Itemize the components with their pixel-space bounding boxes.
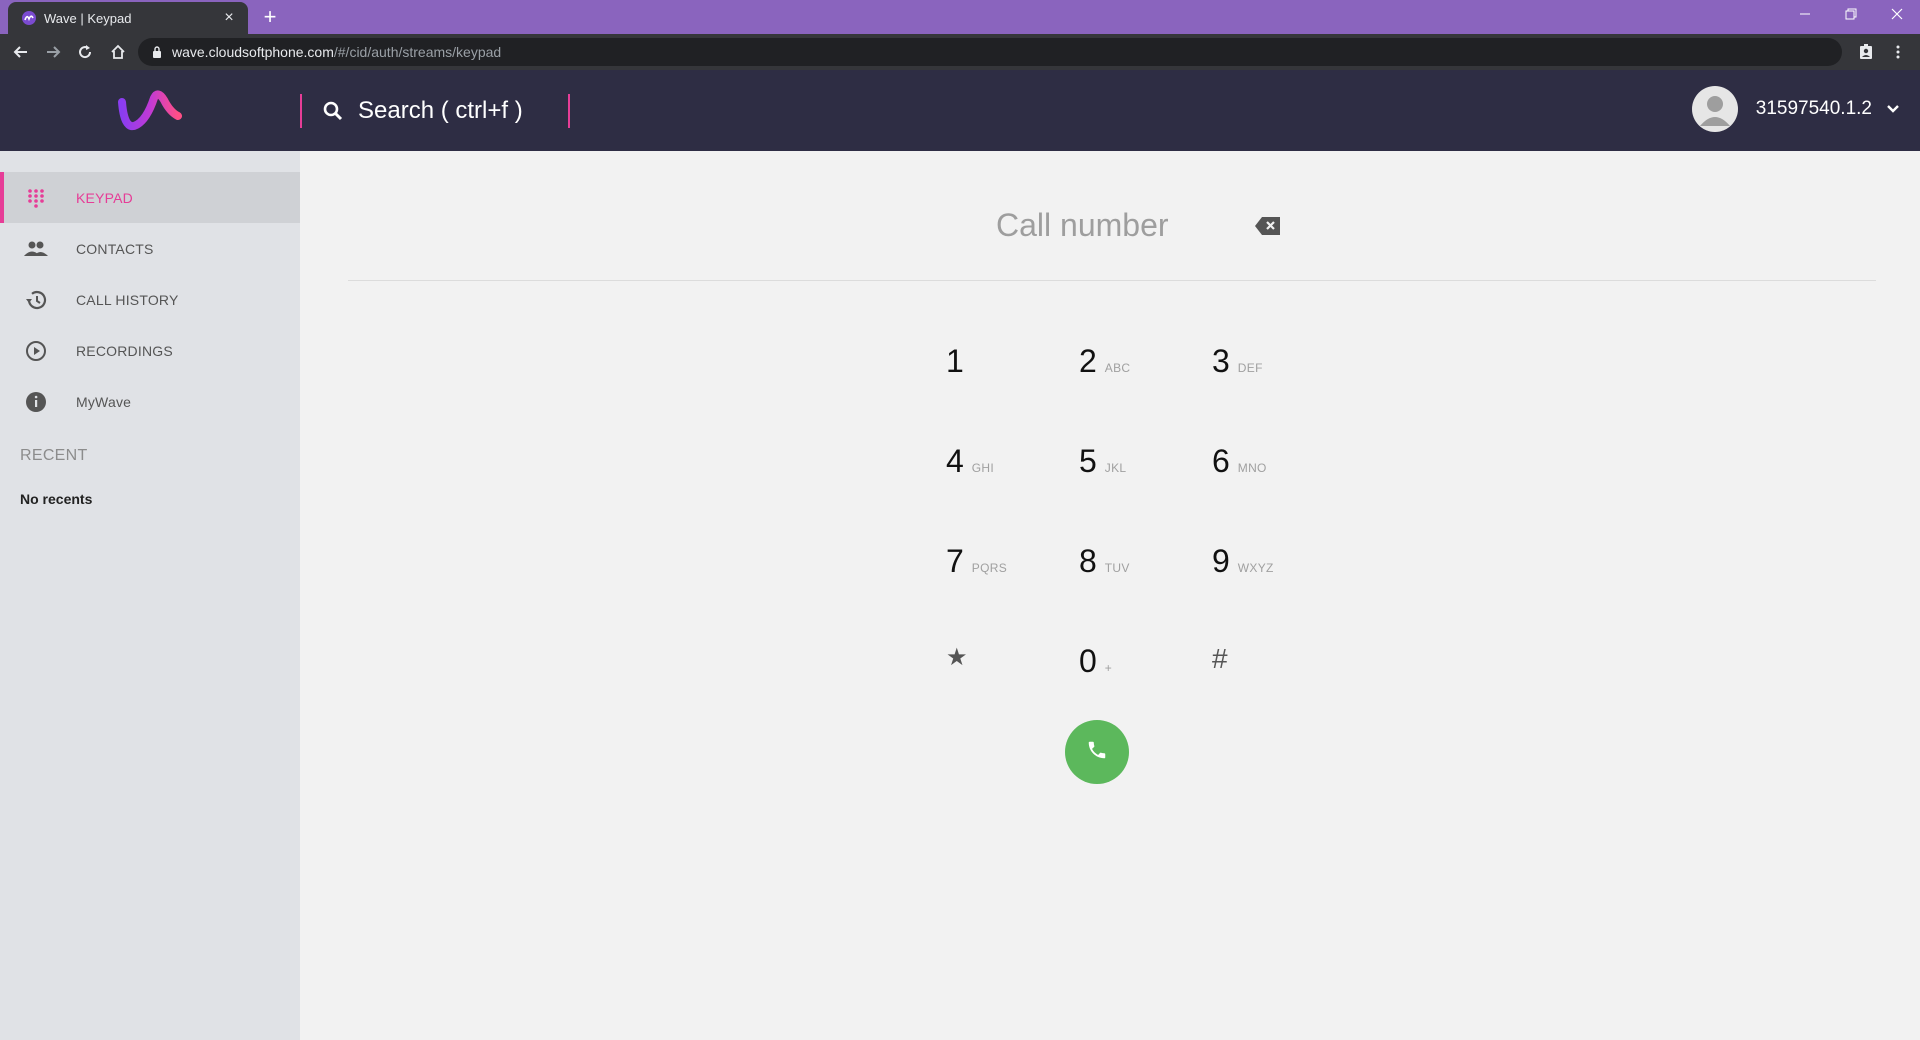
search-button[interactable]: Search ( ctrl+f ) [322, 92, 523, 130]
address-bar[interactable]: wave.cloudsoftphone.com /#/cid/auth/stre… [138, 38, 1842, 66]
sidebar-item-mywave[interactable]: MyWave [0, 376, 300, 427]
keypad-panel: Call number 1 2 ABC 3 DEF 4 GHI 5 JKL 6 … [300, 151, 1920, 1040]
phone-icon [1086, 739, 1108, 766]
browser-toolbar: wave.cloudsoftphone.com /#/cid/auth/stre… [0, 34, 1920, 70]
new-tab-button[interactable]: + [258, 6, 282, 30]
key-letters: WXYZ [1237, 561, 1274, 575]
key-6[interactable]: 6 MNO [1212, 443, 1312, 503]
play-circle-icon [24, 339, 48, 363]
back-icon[interactable] [9, 40, 33, 64]
chevron-down-icon[interactable] [1886, 104, 1900, 114]
key-7[interactable]: 7 PQRS [946, 543, 1046, 603]
key-hash[interactable]: # [1212, 643, 1312, 703]
reload-icon[interactable] [73, 40, 97, 64]
key-letters: PQRS [971, 561, 1008, 575]
key-star[interactable]: ★ [946, 643, 1046, 703]
key-digit: 3 [1212, 343, 1230, 379]
minimize-icon[interactable] [1782, 0, 1828, 28]
key-0[interactable]: 0 + [1079, 643, 1179, 703]
wave-logo[interactable] [118, 88, 182, 134]
sidebar-item-label: RECORDINGS [76, 342, 173, 359]
key-digit: 2 [1079, 343, 1097, 379]
sidebar-item-label: KEYPAD [76, 189, 133, 206]
home-icon[interactable] [106, 40, 130, 64]
key-letters: MNO [1237, 461, 1267, 475]
restore-icon[interactable] [1828, 0, 1874, 28]
url-path: /#/cid/auth/streams/keypad [333, 44, 502, 60]
browser-tab[interactable]: Wave | Keypad × [8, 2, 248, 34]
url-domain: wave.cloudsoftphone.com [172, 44, 334, 60]
header-divider-left [300, 94, 302, 128]
history-icon [24, 288, 48, 312]
key-digit: 1 [946, 343, 964, 379]
key-digit: 5 [1079, 443, 1097, 479]
sidebar-item-label: CALL HISTORY [76, 291, 179, 308]
key-digit: 7 [946, 543, 964, 579]
key-8[interactable]: 8 TUV [1079, 543, 1179, 603]
key-digit: 4 [946, 443, 964, 479]
recent-heading: RECENT [20, 447, 88, 464]
key-letters: ABC [1104, 361, 1131, 375]
sidebar: KEYPAD CONTACTS CALL HISTORY RECORDINGS … [0, 151, 300, 1040]
star-icon: ★ [946, 644, 968, 671]
lock-icon [152, 46, 162, 58]
key-letters: TUV [1104, 561, 1130, 575]
browser-menu-icon[interactable] [1886, 40, 1910, 64]
call-number-input[interactable]: Call number [996, 207, 1169, 244]
key-3[interactable]: 3 DEF [1212, 343, 1312, 403]
people-icon [24, 237, 48, 261]
no-recents-text: No recents [20, 491, 93, 507]
key-1[interactable]: 1 [946, 343, 1046, 403]
key-letters: + [1104, 661, 1113, 675]
forward-icon[interactable] [41, 40, 65, 64]
backspace-icon[interactable] [1255, 215, 1281, 237]
key-letters: DEF [1237, 361, 1263, 375]
call-button[interactable] [1065, 720, 1129, 784]
sidebar-item-contacts[interactable]: CONTACTS [0, 223, 300, 274]
key-4[interactable]: 4 GHI [946, 443, 1046, 503]
profile-extension-icon[interactable] [1854, 40, 1878, 64]
key-5[interactable]: 5 JKL [1079, 443, 1179, 503]
sidebar-item-label: CONTACTS [76, 240, 154, 257]
key-9[interactable]: 9 WXYZ [1212, 543, 1312, 603]
app-header: Search ( ctrl+f ) 31597540.1.2 [0, 70, 1920, 151]
wave-favicon-icon [22, 11, 36, 25]
key-digit: 6 [1212, 443, 1230, 479]
avatar [1691, 86, 1738, 132]
key-letters: JKL [1104, 461, 1127, 475]
key-digit: 8 [1079, 543, 1097, 579]
username: 31597540.1.2 [1755, 98, 1872, 119]
info-icon [24, 390, 48, 414]
browser-tab-bar: Wave | Keypad × + [0, 0, 1920, 34]
divider [348, 280, 1876, 281]
search-label: Search ( ctrl+f ) [358, 97, 523, 124]
key-letters: GHI [971, 461, 995, 475]
sidebar-item-recordings[interactable]: RECORDINGS [0, 325, 300, 376]
key-digit: 0 [1079, 643, 1097, 679]
window-close-icon[interactable] [1874, 0, 1920, 28]
dialpad-icon [24, 186, 48, 210]
key-digit: 9 [1212, 543, 1230, 579]
key-digit: # [1212, 643, 1228, 674]
key-2[interactable]: 2 ABC [1079, 343, 1179, 403]
user-menu[interactable]: 31597540.1.2 [1691, 86, 1900, 132]
header-divider-right [568, 94, 570, 128]
browser-tab-title: Wave | Keypad [44, 10, 132, 26]
search-icon [322, 100, 344, 122]
sidebar-item-keypad[interactable]: KEYPAD [0, 172, 300, 223]
sidebar-item-call-history[interactable]: CALL HISTORY [0, 274, 300, 325]
sidebar-item-label: MyWave [76, 393, 132, 410]
close-tab-icon[interactable]: × [220, 9, 238, 27]
